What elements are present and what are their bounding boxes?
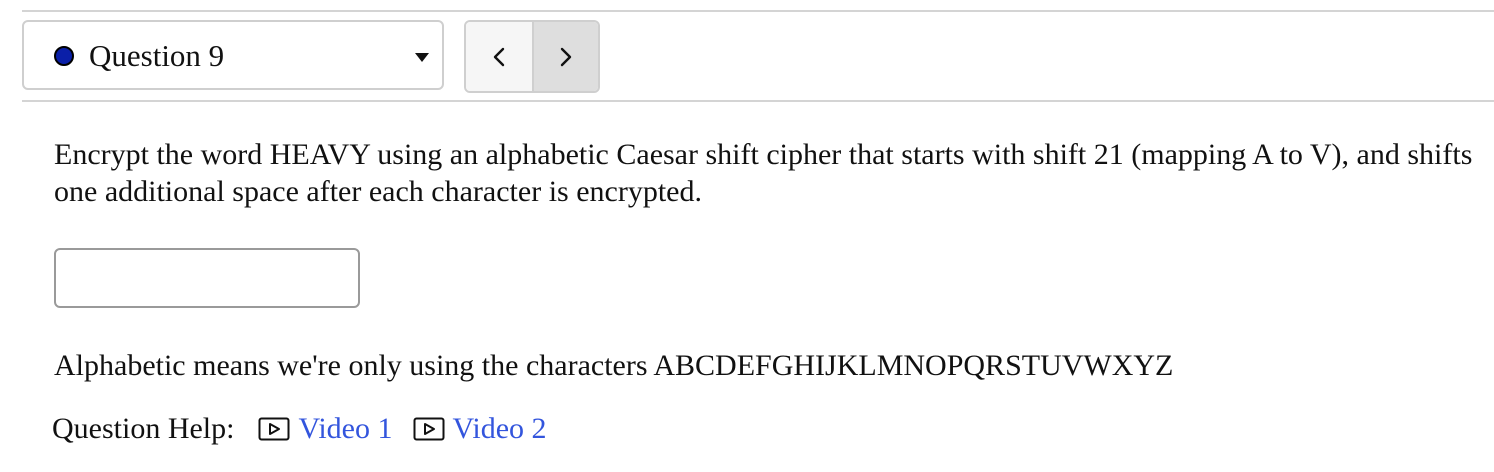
- answer-input[interactable]: [54, 248, 360, 308]
- video-2-link[interactable]: Video 2: [413, 410, 547, 447]
- video-1-label: Video 1: [298, 412, 393, 445]
- question-label: Question 9: [89, 38, 225, 73]
- video-play-icon: [413, 417, 445, 441]
- chevron-left-icon: [493, 47, 505, 66]
- video-1-link[interactable]: Video 1: [258, 410, 393, 447]
- alphabet-note: Alphabetic means we're only using the ch…: [54, 349, 1174, 382]
- question-help-label: Question Help:: [52, 412, 235, 445]
- question-help: Question Help: Video 1 Video 2: [52, 410, 567, 447]
- caret-down-icon: [415, 53, 429, 62]
- video-2-label: Video 2: [452, 412, 547, 445]
- header-divider: [22, 100, 1494, 102]
- chevron-right-icon: [560, 47, 572, 66]
- previous-question-button[interactable]: [466, 22, 534, 91]
- question-prompt: Encrypt the word HEAVY using an alphabet…: [54, 138, 1473, 208]
- question-selector[interactable]: Question 9: [22, 20, 444, 90]
- question-nav: [464, 20, 600, 93]
- next-question-button[interactable]: [534, 22, 598, 91]
- video-play-icon: [258, 417, 290, 441]
- top-divider: [22, 10, 1494, 12]
- question-status-dot: [54, 46, 74, 66]
